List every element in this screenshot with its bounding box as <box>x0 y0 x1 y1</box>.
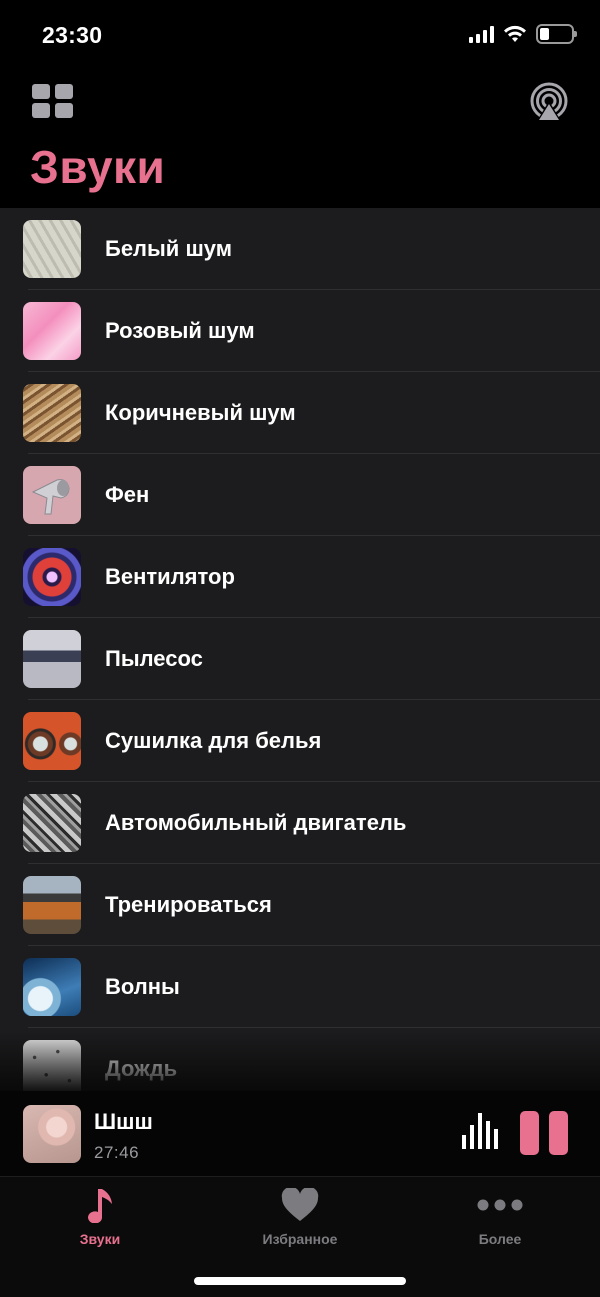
tab-more[interactable]: Более <box>400 1185 600 1247</box>
sound-list[interactable]: Белый шум Розовый шум Коричневый шум Фен… <box>0 208 600 1091</box>
list-item[interactable]: Волны <box>0 946 600 1028</box>
airplay-icon[interactable] <box>528 82 570 122</box>
clothes-dryer-thumbnail <box>23 712 81 770</box>
list-item[interactable]: Вентилятор <box>0 536 600 618</box>
sound-label: Пылесос <box>105 646 203 671</box>
now-playing-timer: 27:46 <box>94 1143 140 1162</box>
grid-icon[interactable] <box>32 84 74 120</box>
vacuum-thumbnail <box>23 630 81 688</box>
wifi-icon <box>504 25 526 42</box>
home-indicator[interactable] <box>194 1277 406 1285</box>
sound-label: Дождь <box>105 1056 178 1081</box>
status-bar: 23:30 <box>0 0 600 70</box>
car-engine-thumbnail <box>23 794 81 852</box>
heart-icon <box>281 1188 319 1221</box>
sound-label: Вентилятор <box>105 564 235 589</box>
status-icons <box>469 24 577 44</box>
tab-label: Более <box>478 1231 522 1247</box>
train-thumbnail <box>23 876 81 934</box>
now-playing-thumbnail <box>23 1105 81 1163</box>
white-noise-thumbnail <box>23 220 81 278</box>
sound-label: Тренироваться <box>105 892 272 917</box>
brown-noise-thumbnail <box>23 384 81 442</box>
list-item[interactable]: Сушилка для белья <box>0 700 600 782</box>
battery-icon <box>536 24 577 44</box>
hair-dryer-thumbnail <box>23 466 81 524</box>
list-item[interactable]: Белый шум <box>0 208 600 290</box>
sound-label: Белый шум <box>105 236 233 261</box>
sound-label: Фен <box>105 482 150 507</box>
list-item[interactable]: Пылесос <box>0 618 600 700</box>
sound-label: Сушилка для белья <box>105 728 322 753</box>
now-playing-title: Шшш <box>94 1109 153 1134</box>
more-dots-icon <box>477 1199 523 1211</box>
page-title: Звуки <box>30 141 166 193</box>
sound-label: Автомобильный двигатель <box>105 810 407 835</box>
list-item[interactable]: Розовый шум <box>0 290 600 372</box>
list-item[interactable]: Фен <box>0 454 600 536</box>
list-item[interactable]: Дождь <box>0 1028 600 1091</box>
tab-favorites[interactable]: Избранное <box>200 1185 400 1247</box>
sound-label: Волны <box>105 974 180 999</box>
pink-noise-thumbnail <box>23 302 81 360</box>
cellular-signal-icon <box>469 25 494 43</box>
music-note-icon <box>88 1189 112 1223</box>
waves-thumbnail <box>23 958 81 1016</box>
sound-label: Коричневый шум <box>105 400 296 425</box>
fan-thumbnail <box>23 548 81 606</box>
tab-sounds[interactable]: Звуки <box>0 1185 200 1247</box>
list-item[interactable]: Автомобильный двигатель <box>0 782 600 864</box>
tab-label: Звуки <box>79 1231 121 1247</box>
equalizer-icon[interactable] <box>462 1111 500 1149</box>
status-time: 23:30 <box>42 22 103 48</box>
tab-label: Избранное <box>262 1231 338 1247</box>
list-item[interactable]: Коричневый шум <box>0 372 600 454</box>
pause-icon[interactable] <box>520 1111 570 1157</box>
list-item[interactable]: Тренироваться <box>0 864 600 946</box>
sound-label: Розовый шум <box>105 318 255 343</box>
mini-player[interactable]: Шшш 27:46 <box>0 1091 600 1177</box>
rain-thumbnail <box>23 1040 81 1091</box>
